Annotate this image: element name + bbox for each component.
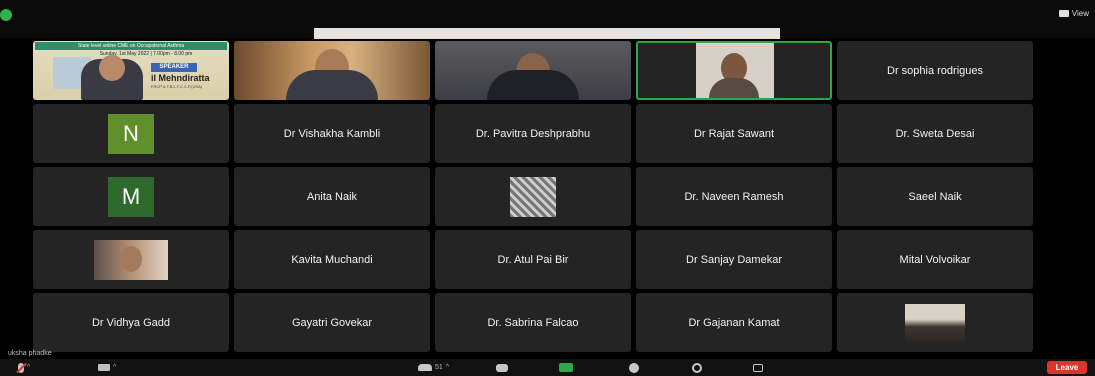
more-icon	[753, 363, 763, 372]
chevron-up-icon[interactable]: ^	[446, 364, 449, 371]
participant-name: Dr Vidhya Gadd	[91, 316, 171, 329]
participant-name: Dr Sanjay Damekar	[686, 253, 782, 266]
video-tile-avatar[interactable]: M	[33, 167, 229, 226]
participants-icon	[418, 364, 432, 371]
participant-body	[487, 70, 579, 100]
more-button[interactable]	[753, 362, 763, 373]
share-screen-icon	[559, 363, 573, 372]
poster-speaker-name: il Mehndiratta	[151, 73, 210, 83]
participants-count: 51	[435, 364, 443, 371]
video-tile-name[interactable]: Dr Vishakha Kambli	[234, 104, 430, 163]
participant-name: Dr. Pavitra Deshprabhu	[475, 127, 591, 140]
video-tile-name[interactable]: Dr. Naveen Ramesh	[636, 167, 832, 226]
participant-name: Saeel Naik	[908, 190, 962, 203]
poster-speaker-credentials: FRCP & T.B.L.F.C.C.P.(USA)	[151, 84, 203, 89]
profile-picture	[510, 176, 556, 217]
webinar-poster-video: State level online CME on Occupational A…	[33, 41, 229, 100]
video-tile-participant[interactable]	[234, 41, 430, 100]
participant-name: Dr Gajanan Kamat	[688, 316, 780, 329]
view-label: View	[1071, 9, 1089, 18]
chevron-up-icon[interactable]: ^	[113, 364, 116, 371]
avatar-initial: N	[108, 113, 154, 154]
video-tile-participant[interactable]	[435, 41, 631, 100]
poster-banner: State level online CME on Occupational A…	[35, 42, 227, 50]
video-tile-profile-image[interactable]	[837, 293, 1033, 352]
video-tile-name[interactable]: Anita Naik	[234, 167, 430, 226]
video-tile-name[interactable]: Dr sophia rodrigues	[837, 41, 1033, 100]
security-shield-icon[interactable]	[0, 9, 12, 21]
meeting-toolbar: ^ ^ 51 ^ Leave	[0, 359, 1095, 376]
video-tile-name[interactable]: Gayatri Govekar	[234, 293, 430, 352]
participant-name: Dr Rajat Sawant	[693, 127, 775, 140]
video-button[interactable]: ^	[98, 362, 116, 373]
shared-screen-strip	[314, 28, 780, 39]
video-tile-name[interactable]: Dr Vidhya Gadd	[33, 293, 229, 352]
video-tile-poster[interactable]: State level online CME on Occupational A…	[33, 41, 229, 100]
video-tile-avatar[interactable]: N	[33, 104, 229, 163]
profile-picture	[94, 239, 168, 280]
participant-name: Dr sophia rodrigues	[887, 64, 983, 77]
video-tile-name[interactable]: Dr. Pavitra Deshprabhu	[435, 104, 631, 163]
video-tile-name[interactable]: Kavita Muchandi	[234, 230, 430, 289]
reactions-icon	[692, 362, 702, 373]
participants-button[interactable]: 51 ^	[418, 362, 449, 373]
self-name-label: uksha phadke	[8, 350, 52, 357]
participant-name: Mital Volvoikar	[899, 253, 971, 266]
avatar-initial: M	[108, 176, 154, 217]
video-camera-icon	[98, 364, 110, 371]
participant-name: Dr. Atul Pai Bir	[497, 253, 569, 266]
video-tile-name[interactable]: Mital Volvoikar	[837, 230, 1033, 289]
participant-name: Dr. Naveen Ramesh	[684, 190, 784, 203]
video-tile-name[interactable]: Dr. Sabrina Falcao	[435, 293, 631, 352]
profile-picture	[905, 303, 965, 342]
participant-name: Kavita Muchandi	[291, 253, 373, 266]
grid-view-icon	[1058, 10, 1069, 17]
chevron-up-icon[interactable]: ^	[27, 364, 30, 371]
mute-button[interactable]: ^	[18, 362, 30, 373]
share-screen-button[interactable]	[559, 362, 573, 373]
poster-speaker-tag: SPEAKER	[151, 63, 197, 72]
video-tile-name[interactable]: Dr Gajanan Kamat	[636, 293, 832, 352]
record-icon	[629, 362, 639, 373]
participant-name: Gayatri Govekar	[291, 316, 373, 329]
gallery-grid: State level online CME on Occupational A…	[33, 41, 1055, 356]
participant-name: Dr. Sabrina Falcao	[487, 316, 579, 329]
poster-presenter-face	[99, 55, 125, 81]
participant-name: Dr. Sweta Desai	[895, 127, 975, 140]
video-tile-profile-image[interactable]	[435, 167, 631, 226]
video-tile-name[interactable]: Dr. Sweta Desai	[837, 104, 1033, 163]
video-tile-name[interactable]: Dr Rajat Sawant	[636, 104, 832, 163]
record-button[interactable]	[629, 362, 639, 373]
participant-body	[286, 70, 378, 100]
video-tile-name[interactable]: Saeel Naik	[837, 167, 1033, 226]
chat-button[interactable]	[496, 362, 508, 373]
video-tile-profile-image[interactable]	[33, 230, 229, 289]
view-button[interactable]: View	[1058, 9, 1089, 18]
participant-name: Anita Naik	[306, 190, 358, 203]
top-bar: View	[0, 0, 1095, 39]
video-tile-active-speaker[interactable]	[636, 41, 832, 100]
video-tile-name[interactable]: Dr. Atul Pai Bir	[435, 230, 631, 289]
video-tile-name[interactable]: Dr Sanjay Damekar	[636, 230, 832, 289]
chat-bubble-icon	[496, 363, 508, 372]
microphone-muted-icon	[18, 362, 24, 373]
participant-name: Dr Vishakha Kambli	[283, 127, 381, 140]
leave-button[interactable]: Leave	[1047, 361, 1087, 374]
reactions-button[interactable]	[692, 362, 702, 373]
